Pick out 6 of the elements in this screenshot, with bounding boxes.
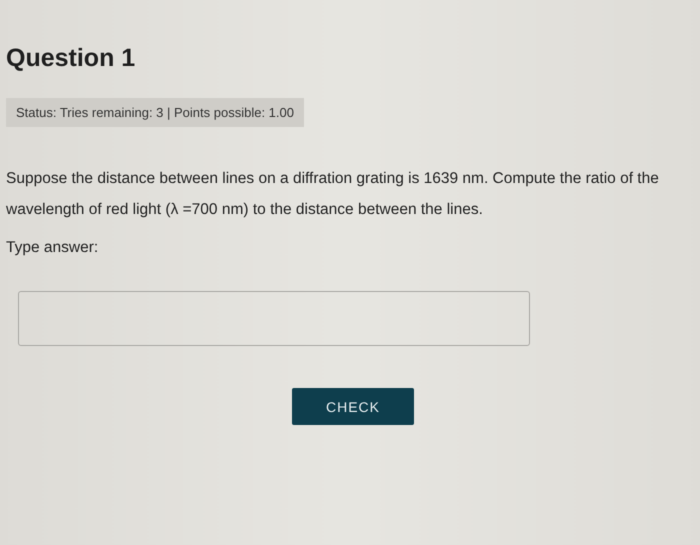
question-text: Suppose the distance between lines on a diffration grating is 1639 nm. Compute the ratio of the wavelength of red light (λ =700 nm) to the distance between the lines. bbox=[6, 169, 660, 220]
check-button[interactable]: CHECK bbox=[292, 388, 414, 425]
status-bar: Status: Tries remaining: 3 | Points possible: 1.00 bbox=[6, 98, 304, 127]
answer-field[interactable] bbox=[18, 291, 530, 346]
answer-label: Type answer: bbox=[6, 239, 100, 257]
question-title: Question 1 bbox=[6, 44, 136, 73]
